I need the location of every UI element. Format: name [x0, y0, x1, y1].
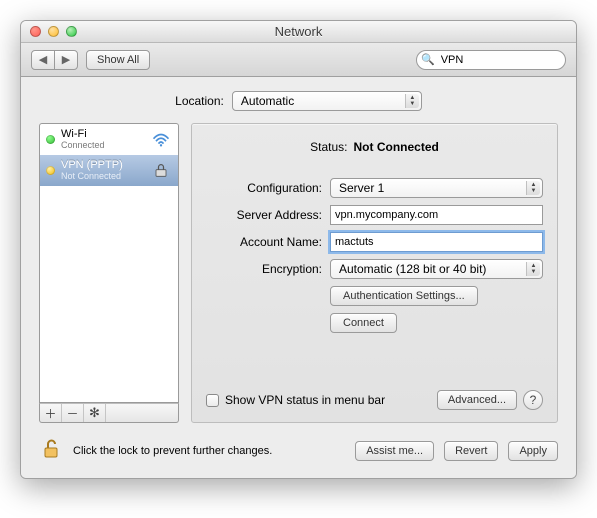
server-address-field[interactable] [330, 205, 543, 225]
close-button[interactable] [30, 26, 41, 37]
configuration-label: Configuration: [206, 181, 322, 195]
status-dot [46, 166, 55, 175]
status-value: Not Connected [354, 140, 439, 154]
network-prefs-window: Network ◀ ▶ Show All 🔍 ✕ Location: Autom… [20, 20, 577, 479]
authentication-settings-button[interactable]: Authentication Settings... [330, 286, 478, 306]
service-item-vpn[interactable]: VPN (PPTP) Not Connected [40, 155, 178, 186]
wifi-icon [150, 131, 172, 147]
search-input[interactable] [439, 53, 577, 67]
forward-button[interactable]: ▶ [54, 50, 78, 70]
server-address-label: Server Address: [206, 208, 322, 222]
help-button[interactable]: ? [523, 390, 543, 410]
minimize-button[interactable] [48, 26, 59, 37]
search-field[interactable]: 🔍 ✕ [416, 50, 566, 70]
add-service-button[interactable]: ＋ [40, 404, 62, 422]
location-popup[interactable]: Automatic ▲▼ [232, 91, 422, 111]
location-label: Location: [175, 94, 224, 108]
account-name-label: Account Name: [206, 235, 322, 249]
apply-button[interactable]: Apply [508, 441, 558, 461]
connect-button[interactable]: Connect [330, 313, 397, 333]
show-vpn-status-label: Show VPN status in menu bar [225, 393, 385, 407]
service-action-menu[interactable]: ✻ [84, 404, 106, 422]
chevron-left-icon: ◀ [39, 53, 47, 66]
service-list[interactable]: Wi-Fi Connected VPN (PPTP) Not Connected [39, 123, 179, 403]
unlock-icon[interactable] [39, 437, 63, 464]
chevron-updown-icon: ▲▼ [526, 181, 540, 195]
show-all-button[interactable]: Show All [86, 50, 150, 70]
remove-service-button[interactable]: － [62, 404, 84, 422]
status-label: Status: [310, 140, 347, 154]
assist-me-button[interactable]: Assist me... [355, 441, 434, 461]
status-dot [46, 135, 55, 144]
chevron-updown-icon: ▲▼ [405, 94, 419, 108]
service-column: Wi-Fi Connected VPN (PPTP) Not Connected [39, 123, 179, 423]
encryption-popup[interactable]: Automatic (128 bit or 40 bit) ▲▼ [330, 259, 543, 279]
configuration-popup[interactable]: Server 1 ▲▼ [330, 178, 543, 198]
lock-text: Click the lock to prevent further change… [73, 445, 272, 457]
back-button[interactable]: ◀ [31, 50, 55, 70]
toolbar: ◀ ▶ Show All 🔍 ✕ [21, 43, 576, 77]
detail-pane: Status: Not Connected Configuration: Ser… [191, 123, 558, 423]
chevron-right-icon: ▶ [62, 53, 70, 66]
service-list-footer: ＋ － ✻ [39, 403, 179, 423]
service-item-wifi[interactable]: Wi-Fi Connected [40, 124, 178, 155]
search-icon: 🔍 [421, 53, 435, 66]
window-title: Network [21, 24, 576, 39]
chevron-updown-icon: ▲▼ [526, 262, 540, 276]
zoom-button[interactable] [66, 26, 77, 37]
revert-button[interactable]: Revert [444, 441, 498, 461]
lock-icon [150, 162, 172, 178]
content-area: Location: Automatic ▲▼ Wi-Fi Connected [21, 77, 576, 478]
titlebar: Network [21, 21, 576, 43]
show-vpn-status-checkbox[interactable] [206, 394, 219, 407]
advanced-button[interactable]: Advanced... [437, 390, 517, 410]
encryption-label: Encryption: [206, 262, 322, 276]
account-name-field[interactable] [330, 232, 543, 252]
